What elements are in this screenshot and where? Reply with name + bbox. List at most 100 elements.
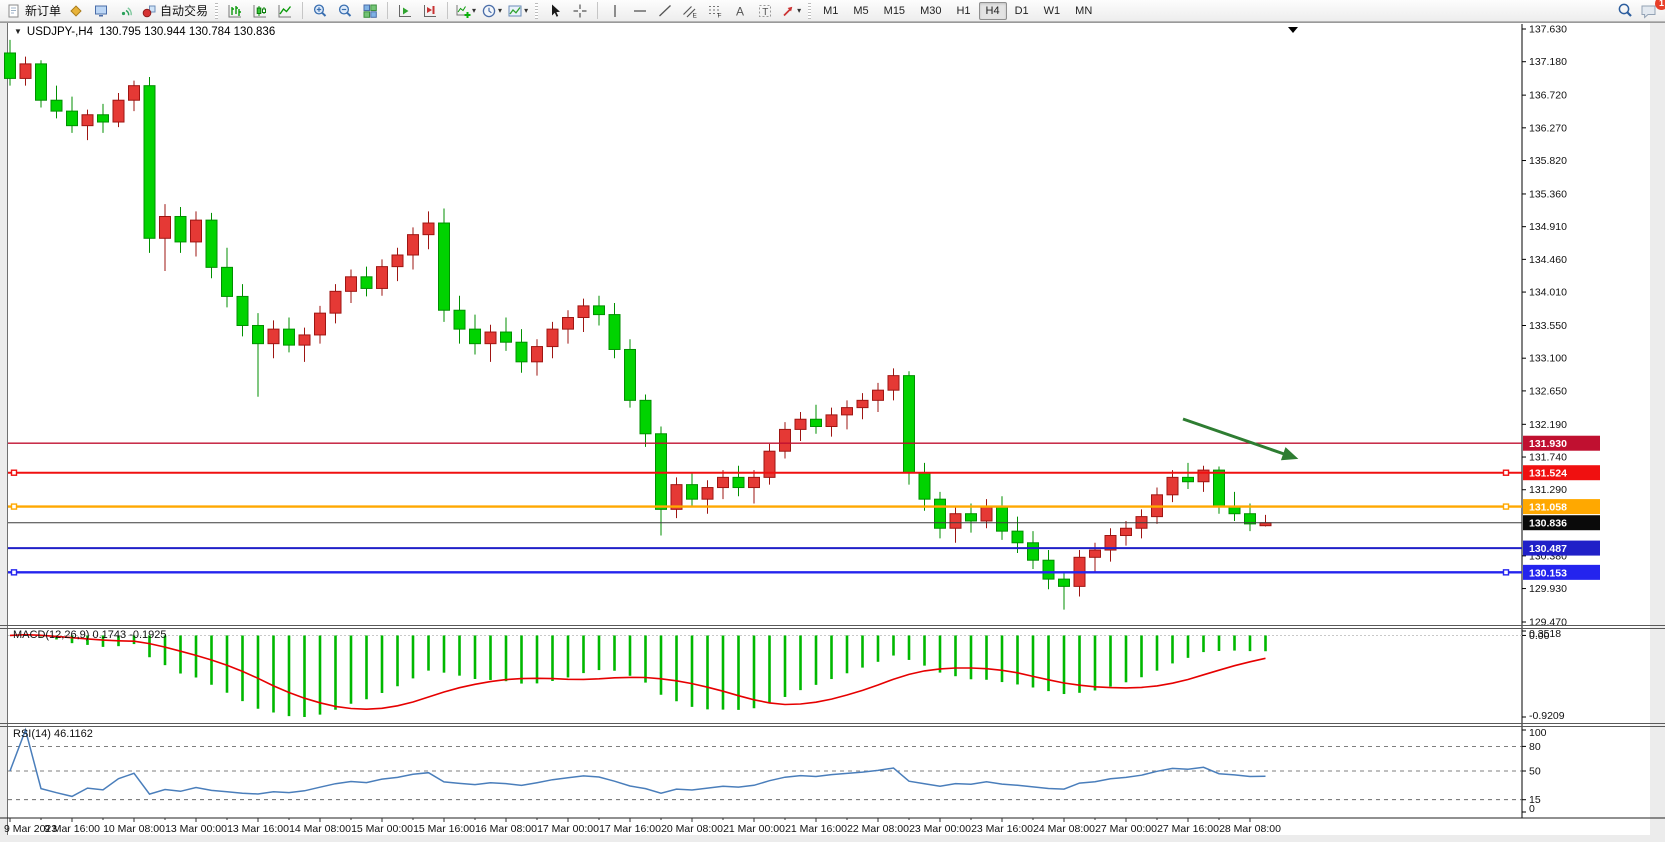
text-button[interactable]: A: [728, 1, 752, 21]
auto-scroll-button[interactable]: [393, 1, 417, 21]
timeframe-h4[interactable]: H4: [979, 2, 1007, 20]
svg-text:21 Mar 16:00: 21 Mar 16:00: [785, 823, 847, 835]
trendline-icon: [657, 3, 673, 19]
fibonacci-button[interactable]: F: [703, 1, 727, 21]
zoom-out-button[interactable]: [333, 1, 357, 21]
auto-trading-icon: [141, 3, 157, 19]
timeframe-d1[interactable]: D1: [1008, 2, 1036, 20]
templates-button[interactable]: ▾: [505, 1, 530, 21]
svg-text:17 Mar 00:00: 17 Mar 00:00: [537, 823, 599, 835]
svg-text:9 Mar 16:00: 9 Mar 16:00: [44, 823, 100, 835]
text-label-button[interactable]: T: [753, 1, 777, 21]
toolbar-separator: [447, 2, 448, 19]
timeframe-h1[interactable]: H1: [949, 2, 977, 20]
svg-text:134.910: 134.910: [1529, 221, 1567, 233]
timeframe-w1[interactable]: W1: [1037, 2, 1068, 20]
chart-shift-button[interactable]: [418, 1, 442, 21]
chat-button[interactable]: 1: [1637, 1, 1661, 21]
svg-text:132.650: 132.650: [1529, 385, 1567, 397]
toolbar: 新订单 自动交易 ▾ ▾: [0, 0, 1665, 22]
svg-text:23 Mar 16:00: 23 Mar 16:00: [971, 823, 1033, 835]
chevron-down-icon: ▾: [498, 6, 502, 15]
svg-text:T: T: [762, 7, 768, 18]
zoom-in-icon: [312, 3, 328, 19]
market-watch-button[interactable]: [64, 1, 88, 21]
arrows-tool-icon: [780, 3, 796, 19]
svg-text:130.487: 130.487: [1529, 543, 1567, 555]
timeframe-m30[interactable]: M30: [913, 2, 948, 20]
chart-symbol-period: USDJPY-,H4: [27, 26, 93, 38]
cursor-button[interactable]: [543, 1, 567, 21]
svg-text:22 Mar 08:00: 22 Mar 08:00: [847, 823, 909, 835]
timeframe-mn[interactable]: MN: [1068, 2, 1099, 20]
toolbar-separator: [302, 2, 303, 19]
vertical-line-button[interactable]: [603, 1, 627, 21]
timeframe-m1[interactable]: M1: [816, 2, 845, 20]
chart-line-button[interactable]: [273, 1, 297, 21]
svg-text:131.524: 131.524: [1529, 468, 1567, 480]
svg-text:130.836: 130.836: [1529, 518, 1567, 530]
svg-text:24 Mar 08:00: 24 Mar 08:00: [1033, 823, 1095, 835]
signals-button[interactable]: [114, 1, 138, 21]
rsi-value: 46.1162: [54, 728, 93, 740]
svg-text:129.470: 129.470: [1529, 616, 1567, 628]
chart-bars-button[interactable]: [223, 1, 247, 21]
terminal-icon: [93, 3, 109, 19]
svg-text:131.290: 131.290: [1529, 484, 1567, 496]
zoom-in-button[interactable]: [308, 1, 332, 21]
indicators-button[interactable]: ▾: [453, 1, 478, 21]
price-chart-canvas[interactable]: 137.630137.180136.720136.270135.820135.3…: [0, 22, 1665, 842]
channel-icon: E: [682, 3, 698, 19]
crosshair-button[interactable]: [568, 1, 592, 21]
macd-main-value: 0.1743: [92, 629, 126, 641]
text-a-icon: A: [732, 3, 748, 19]
periods-button[interactable]: ▾: [479, 1, 504, 21]
svg-text:E: E: [693, 12, 698, 19]
auto-scroll-icon: [397, 3, 413, 19]
svg-text:15 Mar 00:00: 15 Mar 00:00: [351, 823, 413, 835]
candles-chart-icon: [252, 3, 268, 19]
auto-trading-button[interactable]: 自动交易: [139, 1, 210, 21]
svg-text:135.360: 135.360: [1529, 188, 1567, 200]
svg-text:131.930: 131.930: [1529, 438, 1567, 450]
tile-windows-icon: [362, 3, 378, 19]
chevron-down-icon: ▾: [797, 6, 801, 15]
horizontal-line-button[interactable]: [628, 1, 652, 21]
chart-ohlc-values: 130.795 130.944 130.784 130.836: [99, 26, 275, 38]
svg-text:133.100: 133.100: [1529, 353, 1567, 365]
new-order-button[interactable]: 新订单: [4, 1, 63, 21]
arrows-tool-button[interactable]: ▾: [778, 1, 803, 21]
svg-text:27 Mar 00:00: 27 Mar 00:00: [1095, 823, 1157, 835]
terminal-button[interactable]: [89, 1, 113, 21]
svg-text:133.550: 133.550: [1529, 320, 1567, 332]
line-chart-icon: [277, 3, 293, 19]
timeframe-m5[interactable]: M5: [846, 2, 875, 20]
toolbar-grip: [808, 3, 811, 19]
chevron-down-icon: ▾: [524, 6, 528, 15]
rsi-label: RSI(14) 46.1162: [13, 728, 93, 740]
svg-text:132.190: 132.190: [1529, 419, 1567, 431]
svg-text:A: A: [736, 4, 744, 18]
chart-title[interactable]: ▼USDJPY-,H4 130.795 130.944 130.784 130.…: [14, 26, 275, 38]
svg-text:136.270: 136.270: [1529, 122, 1567, 134]
svg-text:21 Mar 00:00: 21 Mar 00:00: [723, 823, 785, 835]
svg-text:131.058: 131.058: [1529, 502, 1567, 514]
rsi-name: RSI(14): [13, 728, 51, 740]
toolbar-separator: [387, 2, 388, 19]
svg-text:27 Mar 16:00: 27 Mar 16:00: [1157, 823, 1219, 835]
timeframe-m15[interactable]: M15: [877, 2, 912, 20]
svg-text:0.00: 0.00: [1529, 630, 1550, 642]
equidistant-channel-button[interactable]: E: [678, 1, 702, 21]
gold-diamond-icon: [68, 3, 84, 19]
svg-text:137.630: 137.630: [1529, 24, 1567, 36]
svg-text:14 Mar 08:00: 14 Mar 08:00: [289, 823, 351, 835]
tile-windows-button[interactable]: [358, 1, 382, 21]
notification-badge: 1: [1655, 0, 1665, 10]
signal-waves-icon: [118, 3, 134, 19]
svg-text:20 Mar 08:00: 20 Mar 08:00: [661, 823, 723, 835]
horizontal-line-icon: [632, 3, 648, 19]
bars-chart-icon: [227, 3, 243, 19]
search-button[interactable]: [1613, 1, 1637, 21]
trendline-button[interactable]: [653, 1, 677, 21]
chart-candles-button[interactable]: [248, 1, 272, 21]
